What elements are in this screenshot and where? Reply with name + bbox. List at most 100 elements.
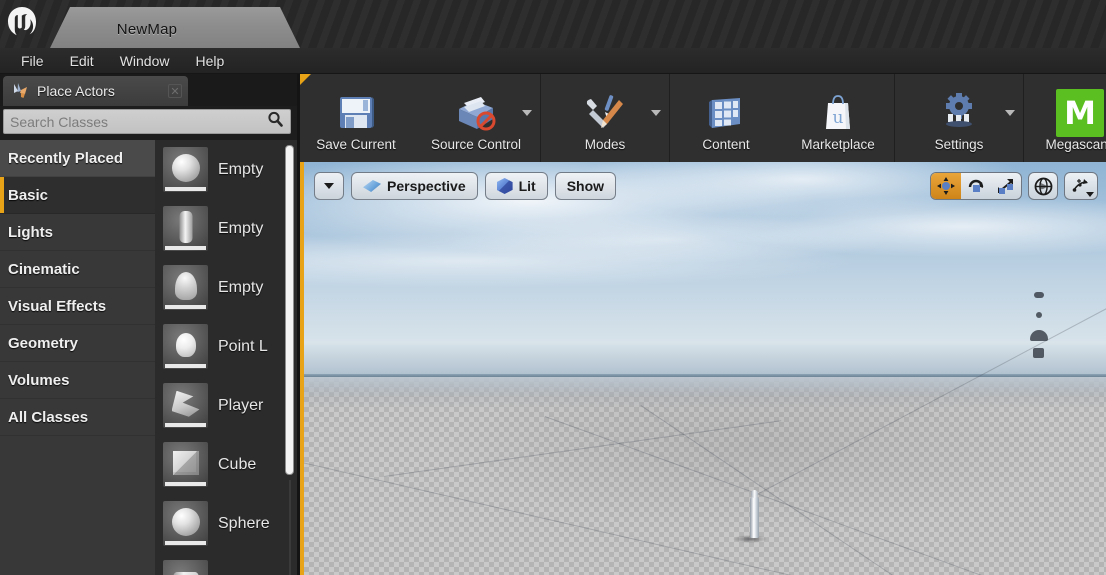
cylinder-icon [163,560,208,575]
search-classes-bar[interactable] [3,109,291,134]
scrollbar-thumb[interactable] [285,145,294,475]
category-label: Geometry [8,334,79,352]
modes-label: Modes [584,136,626,152]
list-item[interactable]: Point L [155,317,297,376]
megascans-glyph: M [1056,88,1104,137]
unreal-engine-logo-icon[interactable] [2,2,42,42]
actor-label: Empty [218,278,264,296]
source-control-button[interactable]: Source Control [412,74,540,162]
list-item[interactable]: Player [155,376,297,435]
megascans-icon: M [1056,87,1104,139]
sidebar-item-lights[interactable]: Lights [0,214,155,251]
category-label: Cinematic [8,260,80,278]
player-start-actor-icon[interactable] [1033,348,1044,358]
category-label: All Classes [8,408,89,426]
source-control-label: Source Control [430,136,522,152]
modes-icon [581,87,629,139]
sidebar-item-cinematic[interactable]: Cinematic [0,251,155,288]
chevron-down-icon[interactable] [522,110,532,116]
mannequin-actor[interactable] [749,489,759,538]
menu-bar: File Edit Window Help [0,48,1106,74]
show-menu-button[interactable]: Show [554,172,617,200]
sphere-icon [163,501,208,546]
directional-light-actor-icon[interactable] [1030,330,1048,341]
toolbar-group-settings: Settings [895,74,1024,162]
category-label: Visual Effects [8,297,107,315]
category-label: Recently Placed [8,149,124,167]
svg-text:u: u [833,108,844,128]
actor-label: Point L [218,337,268,355]
search-icon[interactable] [266,110,284,133]
camera-mode-button[interactable]: Perspective [351,172,478,200]
pawn-actor-icon [163,265,208,310]
chevron-down-icon[interactable] [1086,192,1094,197]
menu-item-edit[interactable]: Edit [57,50,107,72]
content-button[interactable]: Content [670,74,782,162]
tab-place-actors[interactable]: Place Actors ✕ [3,76,188,106]
player-start-icon [163,383,208,428]
marketplace-label: Marketplace [801,136,875,152]
level-viewport[interactable]: Perspective Lit Show [300,162,1106,575]
place-actors-panel: Place Actors ✕ Recently Placed Basic L [0,74,297,575]
modes-button[interactable]: Modes [541,74,669,162]
menu-item-help[interactable]: Help [182,50,237,72]
menu-item-file[interactable]: File [8,50,57,72]
place-actors-icon [9,81,31,101]
list-item[interactable]: Empty [155,140,297,199]
category-label: Basic [8,186,49,204]
save-current-button[interactable]: Save Current [300,74,412,162]
sidebar-item-visual-effects[interactable]: Visual Effects [0,288,155,325]
show-menu-label: Show [566,178,605,194]
list-item[interactable]: Cube [155,435,297,494]
unreal-editor-window: NewMap File Edit Window Help Place Actor… [0,0,1106,575]
settings-button[interactable]: Settings [895,74,1023,162]
source-control-icon [451,87,501,139]
coordinate-system-button[interactable] [1028,172,1058,200]
scrollbar-track[interactable] [289,480,291,575]
sky-light-actor-icon[interactable] [1034,292,1044,298]
ground-plane [304,269,1106,575]
sidebar-item-geometry[interactable]: Geometry [0,325,155,362]
category-label: Lights [8,223,53,241]
exponential-fog-actor-icon[interactable] [1036,312,1042,318]
marketplace-icon: u [816,87,860,139]
grid-line [384,420,782,477]
chevron-down-icon[interactable] [1005,110,1015,116]
view-mode-button[interactable]: Lit [484,172,548,200]
character-actor-icon [163,206,208,251]
content-label: Content [702,136,750,152]
search-input[interactable] [10,113,266,130]
rotate-gizmo-button[interactable] [961,173,991,199]
grid-line [544,416,1106,575]
cube-icon [163,442,208,487]
save-current-label: Save Current [316,136,396,152]
sidebar-item-basic[interactable]: Basic [0,177,155,214]
settings-label: Settings [934,136,984,152]
level-tab-newmap[interactable]: NewMap [50,7,300,48]
actor-label: Empty [218,160,264,178]
main-toolbar: Save Current Source Control Modes Conten… [300,74,1106,162]
list-item[interactable]: Empty [155,199,297,258]
sidebar-item-recently-placed[interactable]: Recently Placed [0,140,155,177]
translate-gizmo-button[interactable] [931,173,961,199]
close-icon[interactable]: ✕ [168,84,182,98]
megascans-label: Megascans [1045,136,1106,152]
toolbar-group-megascans: M Megascans [1024,74,1106,162]
list-item[interactable]: Empty [155,258,297,317]
actor-label: Sphere [218,514,270,532]
actor-list[interactable]: Empty Empty Empty Point L Player Cube Sp… [155,140,297,575]
viewport-options-button[interactable] [314,172,344,200]
list-item[interactable]: Sphere [155,494,297,553]
list-item[interactable] [155,553,297,575]
actor-label: Cube [218,455,257,473]
megascans-button[interactable]: M Megascans [1024,74,1106,162]
scale-gizmo-button[interactable] [991,173,1021,199]
category-label: Volumes [8,371,70,389]
gizmo-group [930,172,1022,200]
surface-snap-button[interactable] [1064,172,1098,200]
sidebar-item-all-classes[interactable]: All Classes [0,399,155,436]
menu-item-window[interactable]: Window [107,50,183,72]
marketplace-button[interactable]: u Marketplace [782,74,894,162]
chevron-down-icon[interactable] [651,110,661,116]
sidebar-item-volumes[interactable]: Volumes [0,362,155,399]
